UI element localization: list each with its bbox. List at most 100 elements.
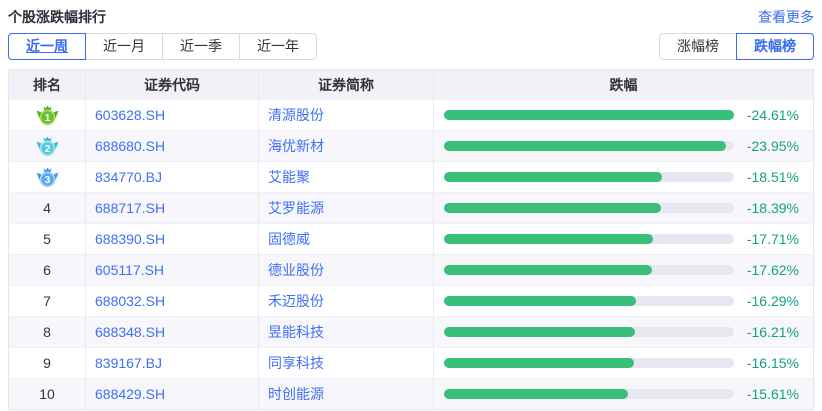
code-cell: 688032.SH	[86, 286, 259, 317]
decline-bar-track	[444, 327, 734, 337]
decline-bar-track	[444, 203, 734, 213]
decline-bar	[444, 389, 628, 399]
stock-name-link[interactable]: 清源股份	[268, 107, 324, 123]
stock-name-link[interactable]: 禾迈股份	[268, 293, 324, 309]
name-cell: 时创能源	[259, 379, 434, 410]
column-header-rank: 排名	[9, 70, 86, 100]
decline-bar	[444, 172, 662, 182]
decline-bar-wrap: -24.61%	[434, 100, 813, 130]
rank-cell: 1	[9, 100, 86, 131]
table-row: 10 688429.SH 时创能源 -15.61%	[9, 379, 814, 410]
decline-percent: -17.62%	[734, 262, 799, 278]
stock-code-link[interactable]: 688429.SH	[95, 386, 165, 402]
period-tab-quarter[interactable]: 近一季	[162, 33, 240, 60]
decline-bar-track	[444, 389, 734, 399]
stock-code-link[interactable]: 834770.BJ	[95, 169, 162, 185]
decline-bar-wrap: -17.71%	[434, 224, 813, 254]
stock-name-link[interactable]: 时创能源	[268, 386, 324, 402]
rank-cell: 6	[9, 255, 86, 286]
code-cell: 839167.BJ	[86, 348, 259, 379]
stock-code-link[interactable]: 688348.SH	[95, 324, 165, 340]
rank-cell: 5	[9, 224, 86, 255]
period-tab-week[interactable]: 近一周	[8, 33, 86, 60]
rank-cell: 9	[9, 348, 86, 379]
decline-bar-track	[444, 358, 734, 368]
code-cell: 688390.SH	[86, 224, 259, 255]
svg-text:3: 3	[44, 175, 50, 186]
stock-name-link[interactable]: 昱能科技	[268, 324, 324, 340]
period-tab-year[interactable]: 近一年	[239, 33, 317, 60]
view-more-link[interactable]: 查看更多	[758, 7, 814, 27]
stock-name-link[interactable]: 海优新材	[268, 138, 324, 154]
ranking-table: 排名 证券代码 证券简称 跌幅 1603628.SH清源股份-24.61%268…	[8, 69, 814, 410]
stock-code-link[interactable]: 688390.SH	[95, 231, 165, 247]
period-tab-month[interactable]: 近一月	[85, 33, 163, 60]
decline-percent: -15.61%	[734, 386, 799, 402]
period-tab-year-label: 近一年	[257, 38, 299, 54]
column-header-name: 证券简称	[259, 70, 434, 100]
decline-percent: -16.15%	[734, 355, 799, 371]
name-cell: 同享科技	[259, 348, 434, 379]
column-header-change: 跌幅	[434, 70, 814, 100]
change-cell: -16.29%	[434, 286, 814, 317]
code-cell: 834770.BJ	[86, 162, 259, 193]
period-tab-month-label: 近一月	[103, 38, 145, 54]
period-tab-week-label: 近一周	[26, 38, 68, 54]
code-cell: 605117.SH	[86, 255, 259, 286]
change-cell: -15.61%	[434, 379, 814, 410]
stock-ranking-panel: 个股涨跌幅排行 查看更多 近一周 近一月 近一季 近一年 涨幅榜 跌幅榜 排名 证券代码…	[0, 0, 822, 410]
board-tab-losers-label: 跌幅榜	[754, 38, 796, 54]
stock-name-link[interactable]: 固德威	[268, 231, 310, 247]
decline-bar-track	[444, 234, 734, 244]
decline-percent: -17.71%	[734, 231, 799, 247]
name-cell: 艾能聚	[259, 162, 434, 193]
rank-cell: 2	[9, 131, 86, 162]
decline-bar-wrap: -23.95%	[434, 131, 813, 161]
stock-code-link[interactable]: 605117.SH	[95, 262, 164, 278]
decline-percent: -18.51%	[734, 169, 799, 185]
code-cell: 603628.SH	[86, 100, 259, 131]
name-cell: 海优新材	[259, 131, 434, 162]
code-cell: 688680.SH	[86, 131, 259, 162]
medal-gold-icon: 1	[36, 106, 59, 122]
decline-bar	[444, 203, 661, 213]
board-tab-gainers[interactable]: 涨幅榜	[659, 33, 737, 60]
rank-cell: 4	[9, 193, 86, 224]
stock-name-link[interactable]: 艾罗能源	[268, 200, 324, 216]
decline-bar-wrap: -18.51%	[434, 162, 813, 192]
table-row: 3 834770.BJ 艾能聚 -18.51%	[9, 162, 814, 193]
table-row: 7 688032.SH 禾迈股份 -16.29%	[9, 286, 814, 317]
decline-bar	[444, 296, 636, 306]
rank-number: 6	[43, 262, 51, 278]
decline-percent: -16.29%	[734, 293, 799, 309]
stock-name-link[interactable]: 同享科技	[268, 355, 324, 371]
stock-name-link[interactable]: 艾能聚	[268, 169, 310, 185]
name-cell: 禾迈股份	[259, 286, 434, 317]
change-cell: -17.71%	[434, 224, 814, 255]
stock-code-link[interactable]: 688717.SH	[95, 200, 165, 216]
change-cell: -24.61%	[434, 100, 814, 131]
page-title: 个股涨跌幅排行	[8, 7, 106, 27]
decline-percent: -23.95%	[734, 138, 799, 154]
stock-code-link[interactable]: 839167.BJ	[95, 355, 162, 371]
code-cell: 688348.SH	[86, 317, 259, 348]
rank-number: 10	[39, 386, 55, 402]
panel-header: 个股涨跌幅排行 查看更多	[8, 0, 814, 32]
period-tab-group: 近一周 近一月 近一季 近一年	[8, 33, 317, 60]
board-tab-losers[interactable]: 跌幅榜	[736, 33, 814, 60]
decline-bar	[444, 234, 653, 244]
decline-bar	[444, 265, 652, 275]
decline-bar	[444, 358, 634, 368]
stock-code-link[interactable]: 688680.SH	[95, 138, 165, 154]
rank-cell: 10	[9, 379, 86, 410]
toolbar: 近一周 近一月 近一季 近一年 涨幅榜 跌幅榜	[8, 33, 814, 60]
decline-bar	[444, 141, 726, 151]
stock-code-link[interactable]: 603628.SH	[95, 107, 165, 123]
table-row: 4688717.SH艾罗能源-18.39%	[9, 193, 814, 224]
decline-bar-track	[444, 110, 734, 120]
rank-number: 7	[43, 293, 51, 309]
column-header-code: 证券代码	[86, 70, 259, 100]
stock-name-link[interactable]: 德业股份	[268, 262, 324, 278]
stock-code-link[interactable]: 688032.SH	[95, 293, 165, 309]
decline-bar-wrap: -15.61%	[434, 379, 813, 409]
